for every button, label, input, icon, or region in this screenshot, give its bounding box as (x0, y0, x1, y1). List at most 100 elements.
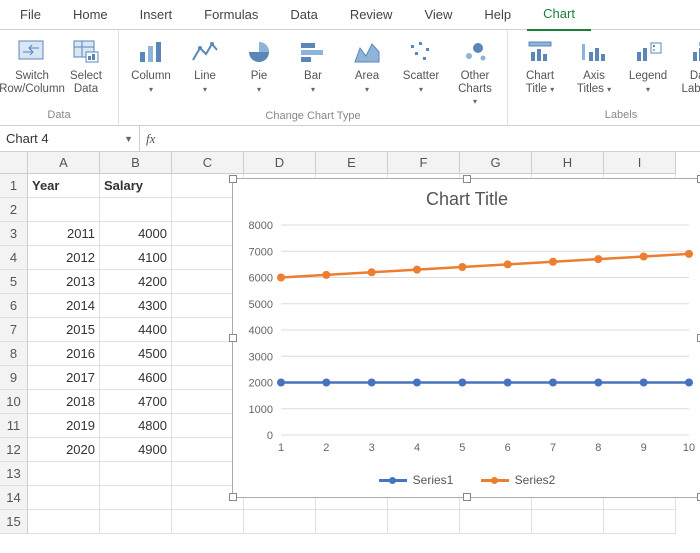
cell[interactable]: 2014 (28, 294, 100, 318)
select-all-corner[interactable] (0, 152, 28, 174)
resize-handle[interactable] (463, 175, 471, 183)
chart-type-pie-button[interactable]: Pie▾ (233, 32, 285, 108)
row-header[interactable]: 10 (0, 390, 28, 414)
resize-handle[interactable] (229, 493, 237, 501)
cell[interactable]: 4400 (100, 318, 172, 342)
cell[interactable] (172, 510, 244, 534)
column-header[interactable]: G (460, 152, 532, 174)
chart-title-button[interactable]: ChartTitle ▾ (514, 32, 566, 95)
chart-title[interactable]: Chart Title (233, 179, 700, 216)
cell[interactable]: 2020 (28, 438, 100, 462)
column-header[interactable]: E (316, 152, 388, 174)
axis-titles-button[interactable]: AxisTitles ▾ (568, 32, 620, 95)
column-header[interactable]: B (100, 152, 172, 174)
cell[interactable]: 2015 (28, 318, 100, 342)
name-box[interactable]: Chart 4 ▼ (0, 126, 140, 151)
cell[interactable]: 4800 (100, 414, 172, 438)
row-header[interactable]: 14 (0, 486, 28, 510)
chart-type-column-button[interactable]: Column▾ (125, 32, 177, 108)
cell[interactable] (244, 510, 316, 534)
column-header[interactable]: H (532, 152, 604, 174)
column-header[interactable]: I (604, 152, 676, 174)
svg-text:4000: 4000 (249, 325, 273, 337)
chart-type-line-button[interactable]: Line▾ (179, 32, 231, 108)
cell[interactable]: Year (28, 174, 100, 198)
cell[interactable] (100, 486, 172, 510)
row-header[interactable]: 12 (0, 438, 28, 462)
cell[interactable]: 4300 (100, 294, 172, 318)
cell[interactable] (100, 198, 172, 222)
row-header[interactable]: 8 (0, 342, 28, 366)
row-header[interactable]: 15 (0, 510, 28, 534)
switch-row-column-button[interactable]: SwitchRow/Column (6, 32, 58, 95)
cell[interactable] (316, 510, 388, 534)
cell[interactable] (100, 462, 172, 486)
cell[interactable]: 2017 (28, 366, 100, 390)
menu-item-help[interactable]: Help (468, 0, 527, 30)
cell[interactable] (28, 510, 100, 534)
cell[interactable]: 4500 (100, 342, 172, 366)
column-header[interactable]: D (244, 152, 316, 174)
cell[interactable]: 4900 (100, 438, 172, 462)
chart-legend[interactable]: Series1 Series2 (233, 471, 700, 488)
row-header[interactable]: 1 (0, 174, 28, 198)
menu-item-formulas[interactable]: Formulas (188, 0, 274, 30)
select-data-button[interactable]: SelectData (60, 32, 112, 95)
formula-input[interactable] (161, 129, 694, 149)
row-header[interactable]: 5 (0, 270, 28, 294)
legend-button[interactable]: Legend▾ (622, 32, 674, 95)
column-header[interactable]: F (388, 152, 460, 174)
cell[interactable]: Salary (100, 174, 172, 198)
cell[interactable]: 2018 (28, 390, 100, 414)
row-header[interactable]: 3 (0, 222, 28, 246)
cell[interactable]: 4000 (100, 222, 172, 246)
row-header[interactable]: 4 (0, 246, 28, 270)
row-header[interactable]: 6 (0, 294, 28, 318)
cell[interactable]: 4100 (100, 246, 172, 270)
row-header[interactable]: 7 (0, 318, 28, 342)
column-header[interactable]: C (172, 152, 244, 174)
menu-item-chart[interactable]: Chart (527, 0, 591, 31)
chart-type-area-button[interactable]: Area▾ (341, 32, 393, 108)
cell[interactable] (388, 510, 460, 534)
chart-type-bar-button[interactable]: Bar▾ (287, 32, 339, 108)
cell[interactable] (28, 486, 100, 510)
cell[interactable]: 2011 (28, 222, 100, 246)
cell[interactable] (28, 198, 100, 222)
cell[interactable]: 4700 (100, 390, 172, 414)
chart-plot-area[interactable]: 0100020003000400050006000700080001234567… (281, 225, 689, 435)
resize-handle[interactable] (463, 493, 471, 501)
cell[interactable]: 2016 (28, 342, 100, 366)
embedded-chart[interactable]: Chart Title 0100020003000400050006000700… (232, 178, 700, 498)
column-header[interactable]: A (28, 152, 100, 174)
resize-handle[interactable] (229, 334, 237, 342)
svg-text:7000: 7000 (249, 246, 273, 258)
menu-item-data[interactable]: Data (274, 0, 333, 30)
cell[interactable] (460, 510, 532, 534)
chart-type-other-button[interactable]: OtherCharts▾ (449, 32, 501, 108)
cell[interactable]: 4200 (100, 270, 172, 294)
row-header[interactable]: 2 (0, 198, 28, 222)
cell[interactable] (532, 510, 604, 534)
row-header[interactable]: 13 (0, 462, 28, 486)
cell[interactable] (28, 462, 100, 486)
menu-item-review[interactable]: Review (334, 0, 409, 30)
resize-handle[interactable] (229, 175, 237, 183)
row-header[interactable]: 11 (0, 414, 28, 438)
cell[interactable] (100, 510, 172, 534)
menu-item-home[interactable]: Home (57, 0, 124, 30)
cell[interactable]: 2013 (28, 270, 100, 294)
cell[interactable]: 4600 (100, 366, 172, 390)
menu-item-insert[interactable]: Insert (124, 0, 189, 30)
menu-item-view[interactable]: View (408, 0, 468, 30)
chart-type-scatter-button[interactable]: Scatter▾ (395, 32, 447, 108)
cell[interactable]: 2019 (28, 414, 100, 438)
fx-icon[interactable]: fx (146, 131, 155, 147)
svg-text:10: 10 (683, 442, 695, 454)
cell[interactable]: 2012 (28, 246, 100, 270)
data-labels-button[interactable]: DataLabels ▾ (676, 32, 700, 95)
svg-text:2: 2 (323, 442, 329, 454)
menu-item-file[interactable]: File (4, 0, 57, 30)
row-header[interactable]: 9 (0, 366, 28, 390)
cell[interactable] (604, 510, 676, 534)
